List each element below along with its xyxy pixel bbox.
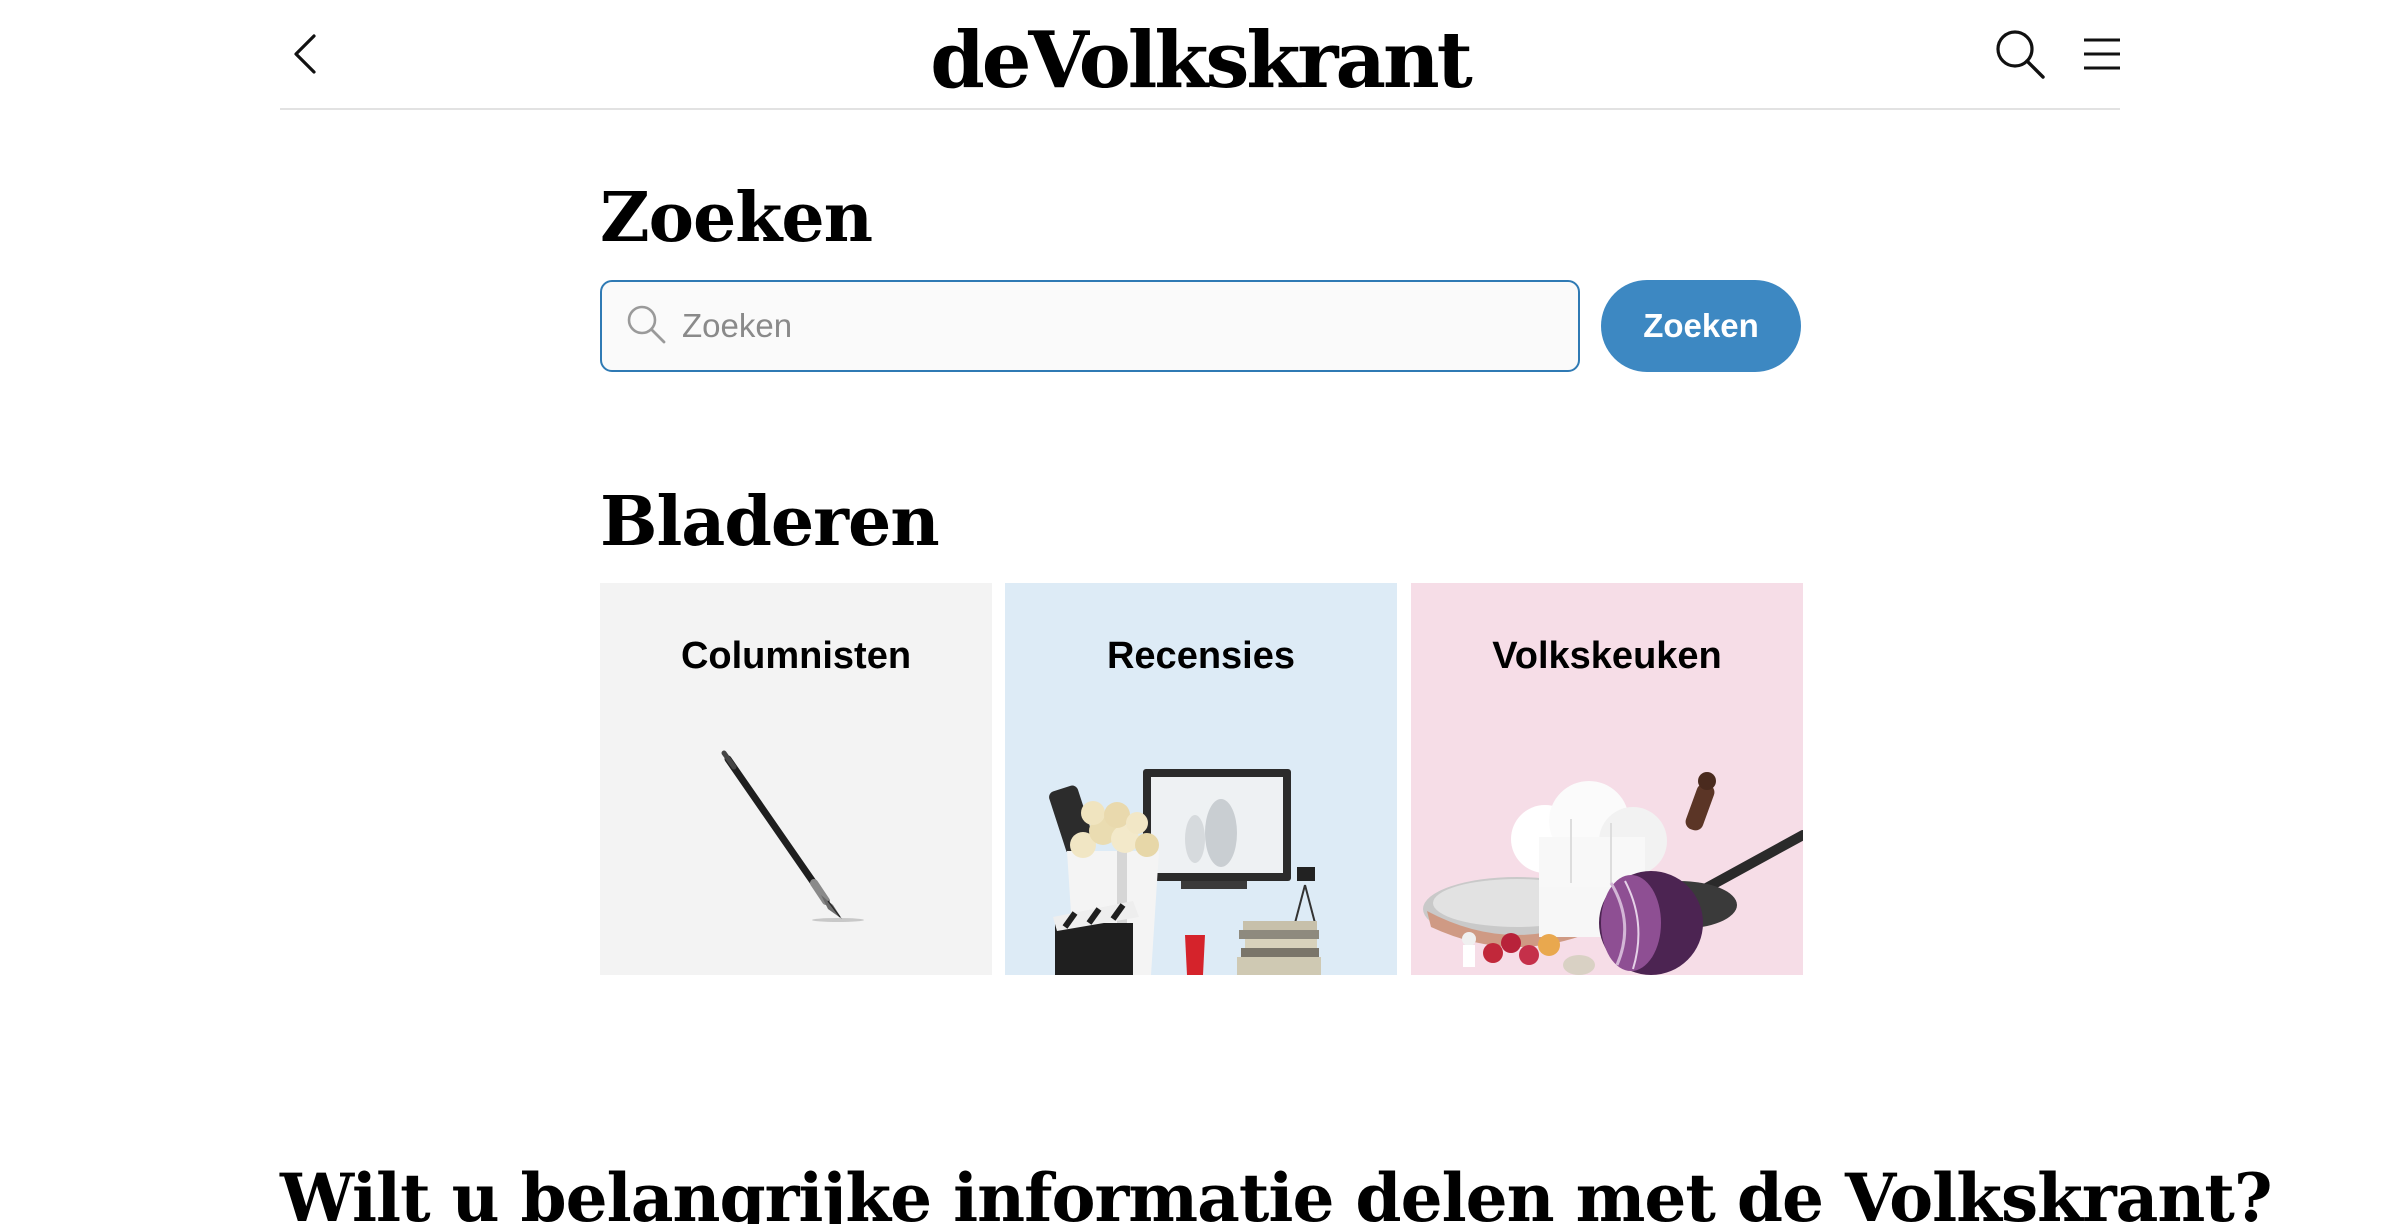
site-logo[interactable]: deVolkskrant: [930, 16, 1473, 106]
fountain-pen-illustration: [721, 750, 864, 922]
search-heading: Zoeken: [600, 178, 873, 258]
footer-heading: Wilt u belangrijke informatie delen met …: [280, 1159, 2273, 1224]
search-submit-button[interactable]: Zoeken: [1601, 280, 1801, 372]
header-search-button[interactable]: [1992, 26, 2048, 82]
tile-recensies[interactable]: Recensies: [1005, 583, 1397, 975]
tile-volkskeuken[interactable]: Volkskeuken: [1411, 583, 1803, 975]
search-icon: [627, 305, 666, 344]
browse-heading: Bladeren: [600, 482, 940, 562]
search-input[interactable]: [682, 290, 1562, 362]
site-header: deVolkskrant: [280, 0, 2120, 110]
back-button[interactable]: [280, 24, 328, 84]
popcorn-tv-books-illustration: [1049, 769, 1321, 975]
hamburger-menu-icon: [2084, 38, 2120, 70]
chef-hat-pan-cabbage-illustration: [1423, 772, 1803, 975]
chevron-left-icon: [294, 34, 316, 74]
menu-button[interactable]: [2080, 30, 2124, 78]
search-icon: [1996, 30, 2045, 79]
tile-columnisten[interactable]: Columnisten: [600, 583, 992, 975]
search-field[interactable]: [600, 280, 1580, 372]
